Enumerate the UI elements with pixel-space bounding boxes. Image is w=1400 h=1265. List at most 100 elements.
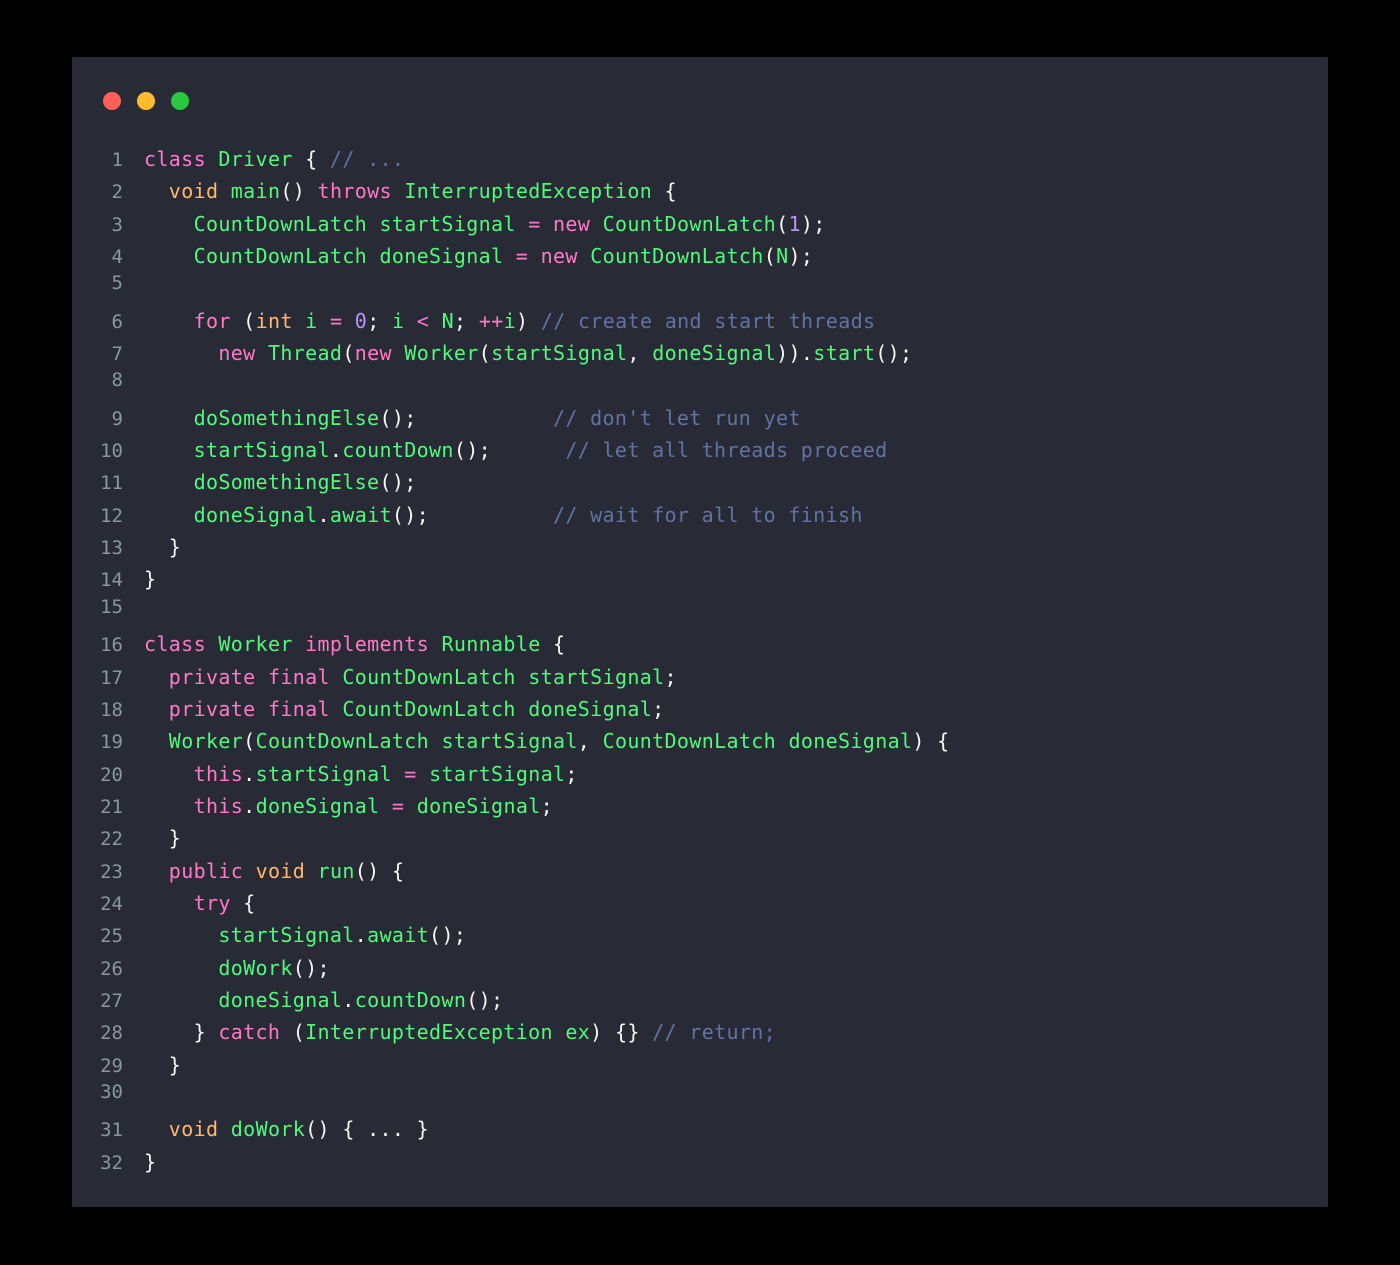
token-ident: i [503, 308, 517, 333]
token-ident: startSignal [218, 923, 355, 948]
close-icon[interactable] [103, 92, 121, 110]
token-punc [256, 341, 268, 365]
token-punc [330, 697, 342, 721]
token-punc [144, 212, 194, 236]
line-content: new Thread(new Worker(startSignal, doneS… [144, 337, 1328, 369]
token-key: for [193, 308, 231, 333]
token-punc: , [627, 341, 653, 366]
token-punc: (); [466, 987, 504, 1012]
token-ident: doSomethingElse [193, 405, 380, 430]
token-punc [144, 341, 218, 365]
token-key: class [144, 632, 206, 657]
token-ident: startSignal [255, 761, 392, 786]
code-line: 21 this.doneSignal = doneSignal; [72, 790, 1328, 822]
token-punc: ) {} [590, 1020, 653, 1045]
token-punc [379, 794, 391, 818]
token-punc [392, 762, 404, 786]
line-content: CountDownLatch startSignal = new CountDo… [144, 208, 1328, 240]
token-punc [503, 244, 515, 268]
token-key: new [540, 244, 578, 269]
line-content: } catch (InterruptedException ex) {} // … [144, 1016, 1328, 1048]
token-punc [144, 406, 194, 430]
token-punc: ( [763, 244, 777, 269]
line-content: class Worker implements Runnable { [144, 628, 1328, 660]
code-line: 7 new Thread(new Worker(startSignal, don… [72, 337, 1328, 369]
token-punc [367, 212, 379, 236]
line-content: void doWork() { ... } [144, 1113, 1328, 1145]
token-punc: . [243, 793, 256, 818]
token-type: void [168, 179, 219, 204]
line-content: private final CountDownLatch startSignal… [144, 661, 1328, 693]
token-punc: ; [367, 308, 392, 333]
token-punc [144, 762, 194, 786]
line-content: void main() throws InterruptedException … [144, 175, 1328, 207]
token-ident: CountDownLatch [602, 729, 777, 754]
token-punc [144, 859, 169, 883]
token-ident: CountDownLatch [342, 664, 516, 689]
token-punc: (); [453, 438, 566, 463]
token-comment: // ... [329, 147, 405, 171]
code-line: 26 doWork(); [72, 952, 1328, 984]
token-ident: await [367, 923, 430, 948]
token-punc: } [144, 535, 182, 560]
token-punc: } [144, 1020, 219, 1045]
token-ident: startSignal [379, 211, 516, 236]
token-op: = [329, 308, 343, 333]
token-punc [293, 632, 305, 656]
token-punc: ; [652, 696, 665, 721]
token-punc: ( [243, 729, 256, 754]
code-line: 27 doneSignal.countDown(); [72, 984, 1328, 1016]
maximize-icon[interactable] [171, 92, 189, 110]
token-punc [516, 212, 528, 236]
token-punc: . [329, 438, 343, 463]
token-key: new [553, 211, 591, 236]
line-number: 25 [100, 925, 123, 948]
window-controls [103, 92, 189, 110]
token-punc: ; [454, 308, 479, 333]
token-punc [305, 859, 317, 883]
token-punc [144, 309, 194, 333]
token-punc [392, 341, 404, 365]
token-punc: ); [788, 244, 814, 269]
token-punc [392, 179, 404, 203]
code-line: 10 startSignal.countDown(); // let all t… [72, 434, 1328, 466]
token-op: < [416, 308, 430, 333]
line-number: 23 [100, 860, 123, 883]
code-block[interactable]: 1 class Driver { // ... 2 void main() thro… [72, 143, 1328, 1178]
line-number: 28 [100, 1022, 123, 1045]
token-punc [144, 891, 194, 915]
token-ident: Worker [404, 341, 479, 366]
token-punc [218, 179, 230, 203]
token-ident: doneSignal [379, 244, 504, 269]
token-op: = [391, 793, 405, 818]
token-ident: Driver [218, 147, 293, 171]
token-ident: doneSignal [416, 793, 541, 818]
line-number: 32 [100, 1151, 123, 1174]
token-comment: // let all threads proceed [565, 438, 888, 463]
token-ident: countDown [354, 987, 467, 1012]
token-punc [776, 729, 788, 753]
token-punc [404, 309, 416, 333]
token-ident: ex [565, 1020, 591, 1045]
line-content: for (int i = 0; i < N; ++i) // create an… [144, 305, 1328, 337]
line-number: 10 [100, 440, 123, 463]
token-punc: } [144, 567, 157, 592]
token-ident: countDown [342, 438, 454, 463]
token-punc [578, 244, 590, 268]
token-ident: Worker [168, 729, 244, 754]
token-punc [144, 503, 194, 527]
token-comment: // don't let run yet [552, 405, 801, 430]
line-number: 8 [111, 369, 123, 392]
line-number: 7 [111, 343, 123, 366]
line-content: } [144, 563, 1328, 595]
token-punc: )). [776, 341, 814, 366]
token-comment: // return; [652, 1020, 777, 1045]
token-punc: (); [875, 341, 913, 366]
token-punc: { [540, 632, 566, 657]
line-content: } [144, 531, 1328, 563]
token-punc [516, 697, 528, 721]
minimize-icon[interactable] [137, 92, 155, 110]
token-ident: startSignal [193, 438, 330, 463]
code-line: 15 [72, 596, 1328, 628]
line-number: 16 [100, 634, 123, 657]
